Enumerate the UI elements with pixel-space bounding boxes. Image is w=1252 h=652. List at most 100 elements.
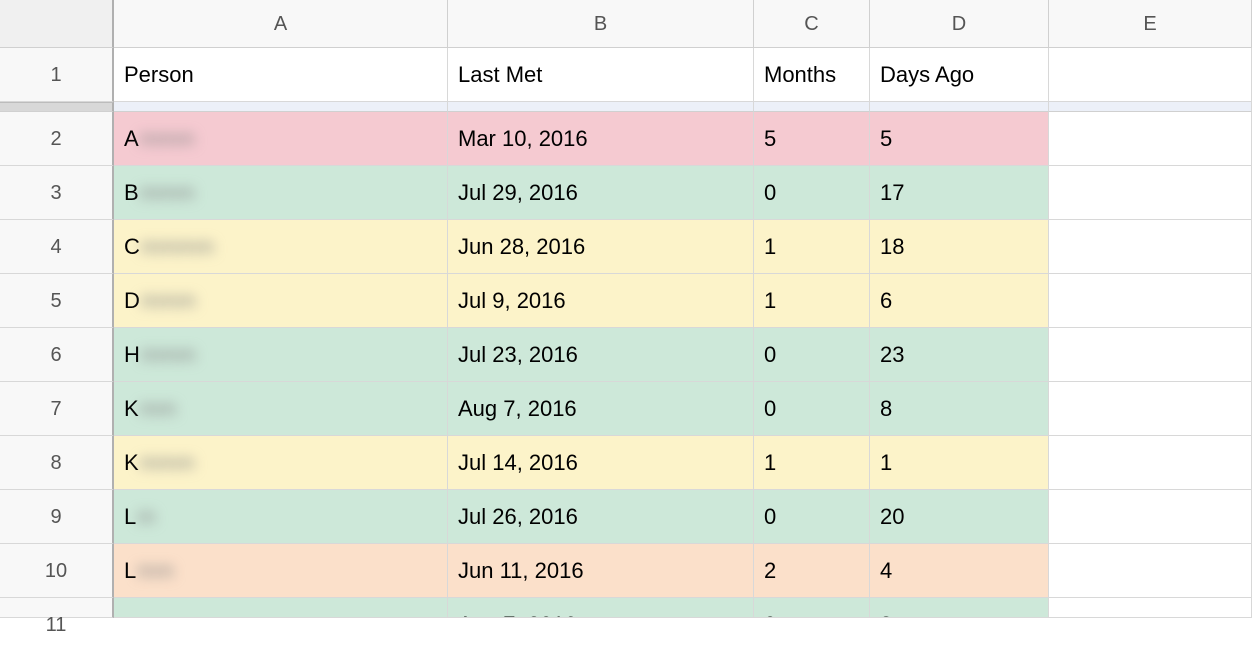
row-header-9[interactable]: 9 (0, 490, 114, 544)
person-first: K (124, 450, 139, 475)
frozen-divider-cell (1049, 102, 1252, 112)
row-header-2[interactable]: 2 (0, 112, 114, 166)
redacted-text: m (137, 490, 155, 544)
cell-b3[interactable]: Jul 29, 2016 (448, 166, 754, 220)
cell-b5[interactable]: Jul 9, 2016 (448, 274, 754, 328)
cell-a1[interactable]: Person (114, 48, 448, 102)
cell-d5[interactable]: 6 (870, 274, 1049, 328)
redacted-text: mmm (141, 274, 196, 328)
person-first: H (124, 342, 140, 367)
cell-c3[interactable]: 0 (754, 166, 870, 220)
cell-b6[interactable]: Jul 23, 2016 (448, 328, 754, 382)
row-header-6[interactable]: 6 (0, 328, 114, 382)
cell-c11[interactable]: 0 (754, 598, 870, 618)
cell-d8[interactable]: 1 (870, 436, 1049, 490)
select-all-corner[interactable] (0, 0, 114, 48)
cell-a6[interactable]: Hmmm (114, 328, 448, 382)
cell-b9[interactable]: Jul 26, 2016 (448, 490, 754, 544)
cell-d11[interactable]: 8 (870, 598, 1049, 618)
cell-b10[interactable]: Jun 11, 2016 (448, 544, 754, 598)
cell-a4[interactable]: Cmmmm (114, 220, 448, 274)
cell-a9[interactable]: Lm (114, 490, 448, 544)
cell-c6[interactable]: 0 (754, 328, 870, 382)
person-first: A (124, 126, 139, 151)
redacted-text: mmm (140, 112, 195, 166)
row-header-10[interactable]: 10 (0, 544, 114, 598)
cell-c9[interactable]: 0 (754, 490, 870, 544)
header-lastmet: Last Met (458, 62, 542, 87)
cell-b8[interactable]: Jul 14, 2016 (448, 436, 754, 490)
frozen-divider-cell (114, 102, 448, 112)
person-first: L (124, 504, 136, 529)
frozen-row-divider (0, 102, 114, 112)
cell-e6[interactable] (1049, 328, 1252, 382)
cell-e3[interactable] (1049, 166, 1252, 220)
col-header-e[interactable]: E (1049, 0, 1252, 48)
cell-c2[interactable]: 5 (754, 112, 870, 166)
cell-a11[interactable] (114, 598, 448, 618)
cell-e7[interactable] (1049, 382, 1252, 436)
cell-c4[interactable]: 1 (754, 220, 870, 274)
redacted-text: mmm (141, 328, 196, 382)
cell-c1[interactable]: Months (754, 48, 870, 102)
frozen-divider-cell (754, 102, 870, 112)
row-header-8[interactable]: 8 (0, 436, 114, 490)
cell-e5[interactable] (1049, 274, 1252, 328)
redacted-text: mm (137, 544, 174, 598)
cell-d2[interactable]: 5 (870, 112, 1049, 166)
cell-e9[interactable] (1049, 490, 1252, 544)
person-first: B (124, 180, 139, 205)
cell-d4[interactable]: 18 (870, 220, 1049, 274)
row-header-7[interactable]: 7 (0, 382, 114, 436)
cell-a8[interactable]: Kmmm (114, 436, 448, 490)
cell-a2[interactable]: Ammm (114, 112, 448, 166)
header-daysago: Days Ago (880, 62, 974, 87)
cell-d6[interactable]: 23 (870, 328, 1049, 382)
cell-e8[interactable] (1049, 436, 1252, 490)
cell-d9[interactable]: 20 (870, 490, 1049, 544)
col-header-c[interactable]: C (754, 0, 870, 48)
cell-a7[interactable]: Kmm (114, 382, 448, 436)
redacted-text: mmmm (141, 220, 214, 274)
row-header-1[interactable]: 1 (0, 48, 114, 102)
cell-c8[interactable]: 1 (754, 436, 870, 490)
cell-a3[interactable]: Bmmm (114, 166, 448, 220)
row-header-4[interactable]: 4 (0, 220, 114, 274)
row-header-5[interactable]: 5 (0, 274, 114, 328)
cell-d10[interactable]: 4 (870, 544, 1049, 598)
col-header-a[interactable]: A (114, 0, 448, 48)
person-first: C (124, 234, 140, 259)
row-header-3[interactable]: 3 (0, 166, 114, 220)
cell-e4[interactable] (1049, 220, 1252, 274)
redacted-text: mmm (140, 166, 195, 220)
cell-e1[interactable] (1049, 48, 1252, 102)
cell-b1[interactable]: Last Met (448, 48, 754, 102)
spreadsheet-grid: A B C D E 1 Person Last Met Months Days … (0, 0, 1252, 618)
person-first: L (124, 558, 136, 583)
cell-e10[interactable] (1049, 544, 1252, 598)
cell-b2[interactable]: Mar 10, 2016 (448, 112, 754, 166)
cell-b4[interactable]: Jun 28, 2016 (448, 220, 754, 274)
cell-d7[interactable]: 8 (870, 382, 1049, 436)
cell-c10[interactable]: 2 (754, 544, 870, 598)
frozen-divider-cell (870, 102, 1049, 112)
person-first: D (124, 288, 140, 313)
cell-c7[interactable]: 0 (754, 382, 870, 436)
cell-d3[interactable]: 17 (870, 166, 1049, 220)
header-months: Months (764, 62, 836, 87)
frozen-divider-cell (448, 102, 754, 112)
cell-e2[interactable] (1049, 112, 1252, 166)
cell-a5[interactable]: Dmmm (114, 274, 448, 328)
cell-e11[interactable] (1049, 598, 1252, 618)
row-header-11[interactable]: 11 (0, 598, 114, 618)
cell-c5[interactable]: 1 (754, 274, 870, 328)
col-header-d[interactable]: D (870, 0, 1049, 48)
cell-d1[interactable]: Days Ago (870, 48, 1049, 102)
col-header-b[interactable]: B (448, 0, 754, 48)
cell-b11[interactable]: Aug 7, 2016 (448, 598, 754, 618)
redacted-text: mm (140, 382, 177, 436)
cell-a10[interactable]: Lmm (114, 544, 448, 598)
redacted-text: mmm (140, 436, 195, 490)
cell-b7[interactable]: Aug 7, 2016 (448, 382, 754, 436)
header-person: Person (124, 62, 194, 87)
